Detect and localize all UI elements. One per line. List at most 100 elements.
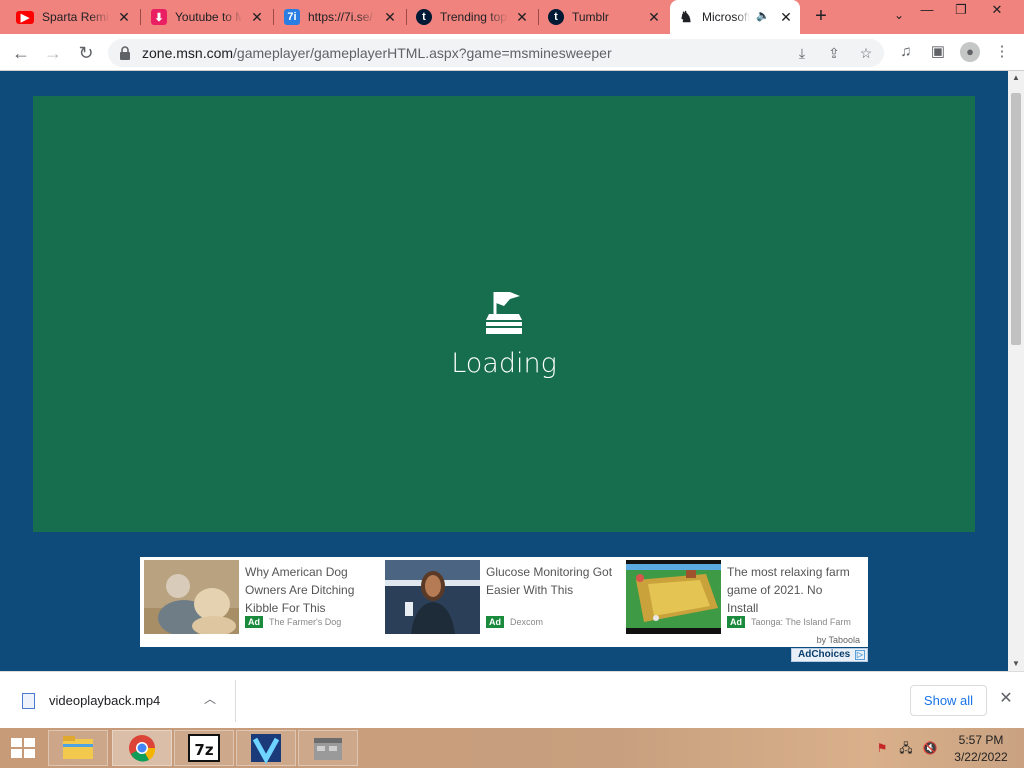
scrollbar-thumb[interactable] — [1011, 93, 1021, 345]
tab-youtube-to-mp3[interactable]: ⬇ Youtube to MP3 ✕ — [143, 4, 271, 30]
ad-card[interactable]: The most relaxing farm game of 2021. No … — [622, 560, 859, 634]
video-file-icon — [22, 693, 35, 709]
ad-badge: Ad — [486, 616, 504, 628]
system-clock[interactable]: 5:57 PM 3/22/2022 — [948, 732, 1014, 765]
flag-alert-icon[interactable]: ⚑ — [874, 740, 890, 756]
back-button[interactable]: ← — [8, 40, 34, 66]
address-bar[interactable]: zone.msn.com/gameplayer/gameplayerHTML.a… — [108, 39, 884, 67]
window-close-icon[interactable]: ✕ — [980, 0, 1014, 22]
tumblr-icon: t — [416, 9, 432, 25]
tab-title: Tumblr — [572, 10, 609, 24]
menu-icon[interactable]: ⋮ — [992, 42, 1012, 62]
minesweeper-flag-icon — [486, 292, 522, 334]
sponsored-ads: Why American Dog Owners Are Ditching Kib… — [140, 557, 868, 647]
close-icon[interactable]: ✕ — [778, 9, 794, 25]
lock-icon[interactable] — [118, 45, 132, 61]
loading-text: Loading — [451, 348, 557, 379]
tab-7i[interactable]: 7i https://7i.se/ ✕ — [276, 4, 404, 30]
ad-meta: Ad Taonga: The Island Farm — [727, 616, 851, 628]
tab-divider — [140, 9, 141, 25]
tab-tumblr[interactable]: t Tumblr ✕ — [540, 4, 668, 30]
adchoices-label: AdChoices — [798, 649, 851, 660]
7i-icon: 7i — [284, 9, 300, 25]
tab-strip: ▶ Sparta Remix ✕ ⬇ Youtube to MP3 ✕ 7i h… — [0, 0, 1024, 34]
tab-title: Microsoft Minesweeper — [702, 10, 750, 24]
vertical-scrollbar[interactable]: ▲ ▼ — [1008, 71, 1024, 671]
ad-meta: Ad Dexcom — [486, 616, 543, 628]
chevron-up-icon[interactable]: ︿ — [204, 690, 216, 707]
tumblr-icon: t — [548, 9, 564, 25]
profile-avatar-icon[interactable]: ● — [960, 42, 980, 62]
ad-card[interactable]: Glucose Monitoring Got Easier With This … — [381, 560, 618, 634]
ad-meta: Ad The Farmer's Dog — [245, 616, 341, 628]
side-panel-icon[interactable]: ▣ — [928, 42, 948, 62]
close-icon[interactable]: ✕ — [646, 9, 662, 25]
speaker-icon[interactable]: 🔈 — [756, 9, 770, 22]
windows-start-icon[interactable] — [8, 736, 38, 760]
share-icon[interactable]: ⇪ — [825, 45, 843, 61]
star-icon[interactable]: ☆ — [857, 45, 875, 61]
windows-taskbar: 7z ⚑ 🖧 🔇 5:57 PM 3/22/2022 — [0, 728, 1024, 768]
file-explorer-icon[interactable] — [48, 730, 108, 766]
close-icon[interactable]: ✕ — [116, 9, 132, 25]
game-area[interactable]: Loading — [33, 96, 975, 532]
clock-date: 3/22/2022 — [954, 750, 1008, 764]
download-bar: videoplayback.mp4 ︿ Show all ✕ — [0, 671, 1024, 728]
url-text: zone.msn.com/gameplayer/gameplayerHTML.a… — [142, 45, 612, 61]
ad-badge: Ad — [245, 616, 263, 628]
tab-divider — [273, 9, 274, 25]
tab-divider — [538, 9, 539, 25]
close-icon[interactable]: ✕ — [249, 9, 265, 25]
tab-microsoft-minesweeper[interactable]: ♞ Microsoft Minesweeper 🔈 ✕ — [670, 0, 800, 34]
tab-trending-topics[interactable]: t Trending topics ✕ — [408, 4, 536, 30]
ad-headline[interactable]: The most relaxing farm game of 2021. No … — [727, 563, 855, 617]
ad-headline[interactable]: Why American Dog Owners Are Ditching Kib… — [245, 563, 373, 617]
scroll-down-icon[interactable]: ▼ — [1008, 657, 1024, 671]
loading-indicator: Loading — [33, 286, 975, 379]
forward-button[interactable]: → — [40, 40, 66, 66]
restore-icon[interactable]: ❐ — [944, 0, 978, 22]
media-control-icon[interactable]: ♫ — [896, 42, 916, 62]
ad-source: Taonga: The Island Farm — [751, 617, 851, 627]
volume-muted-icon[interactable]: 🔇 — [922, 740, 938, 756]
taboola-label[interactable]: by Taboola — [817, 635, 860, 645]
7zip-icon[interactable]: 7z — [174, 730, 234, 766]
new-tab-button[interactable]: + — [810, 6, 832, 28]
chrome-icon[interactable] — [112, 730, 172, 766]
reload-button[interactable]: ↻ — [73, 40, 99, 66]
tab-sparta-remix[interactable]: ▶ Sparta Remix ✕ — [8, 4, 138, 30]
browser-toolbar: ← → ↻ zone.msn.com/gameplayer/gameplayer… — [0, 34, 1024, 71]
clock-time: 5:57 PM — [958, 733, 1004, 747]
download-icon: ⬇ — [151, 9, 167, 25]
scroll-up-icon[interactable]: ▲ — [1008, 71, 1024, 85]
close-icon[interactable]: ✕ — [382, 9, 398, 25]
ad-thumbnail-woman[interactable] — [385, 560, 480, 634]
close-icon[interactable]: ✕ — [996, 689, 1016, 709]
adchoices-button[interactable]: AdChoices ▷ — [791, 648, 868, 662]
ad-card[interactable]: Why American Dog Owners Are Ditching Kib… — [140, 560, 377, 634]
adchoices-icon: ▷ — [855, 650, 865, 660]
ad-badge: Ad — [727, 616, 745, 628]
install-icon[interactable]: ⤓ — [793, 45, 811, 61]
tab-title: Trending topics — [440, 10, 508, 24]
ad-thumbnail-dog[interactable] — [144, 560, 239, 634]
svg-text:7z: 7z — [194, 741, 213, 759]
tab-divider — [406, 9, 407, 25]
show-all-button[interactable]: Show all — [910, 685, 987, 716]
msn-icon: ♞ — [679, 9, 693, 26]
download-item[interactable]: videoplayback.mp4 ︿ — [0, 680, 236, 722]
video-editor-icon[interactable] — [236, 730, 296, 766]
app-icon[interactable] — [298, 730, 358, 766]
ad-thumbnail-farm[interactable] — [626, 560, 721, 634]
tab-title: Youtube to MP3 — [175, 10, 243, 24]
close-icon[interactable]: ✕ — [514, 9, 530, 25]
url-path: /gameplayer/gameplayerHTML.aspx?game=msm… — [233, 45, 612, 61]
youtube-icon: ▶ — [16, 10, 34, 24]
tab-search-icon[interactable]: ⌄ — [890, 8, 908, 26]
ad-headline[interactable]: Glucose Monitoring Got Easier With This — [486, 563, 614, 599]
minimize-icon[interactable]: — — [910, 0, 944, 22]
network-icon[interactable]: 🖧 — [898, 740, 914, 756]
tab-title: https://7i.se/ — [308, 10, 373, 24]
download-filename[interactable]: videoplayback.mp4 — [49, 693, 160, 708]
ad-source: Dexcom — [510, 617, 544, 627]
